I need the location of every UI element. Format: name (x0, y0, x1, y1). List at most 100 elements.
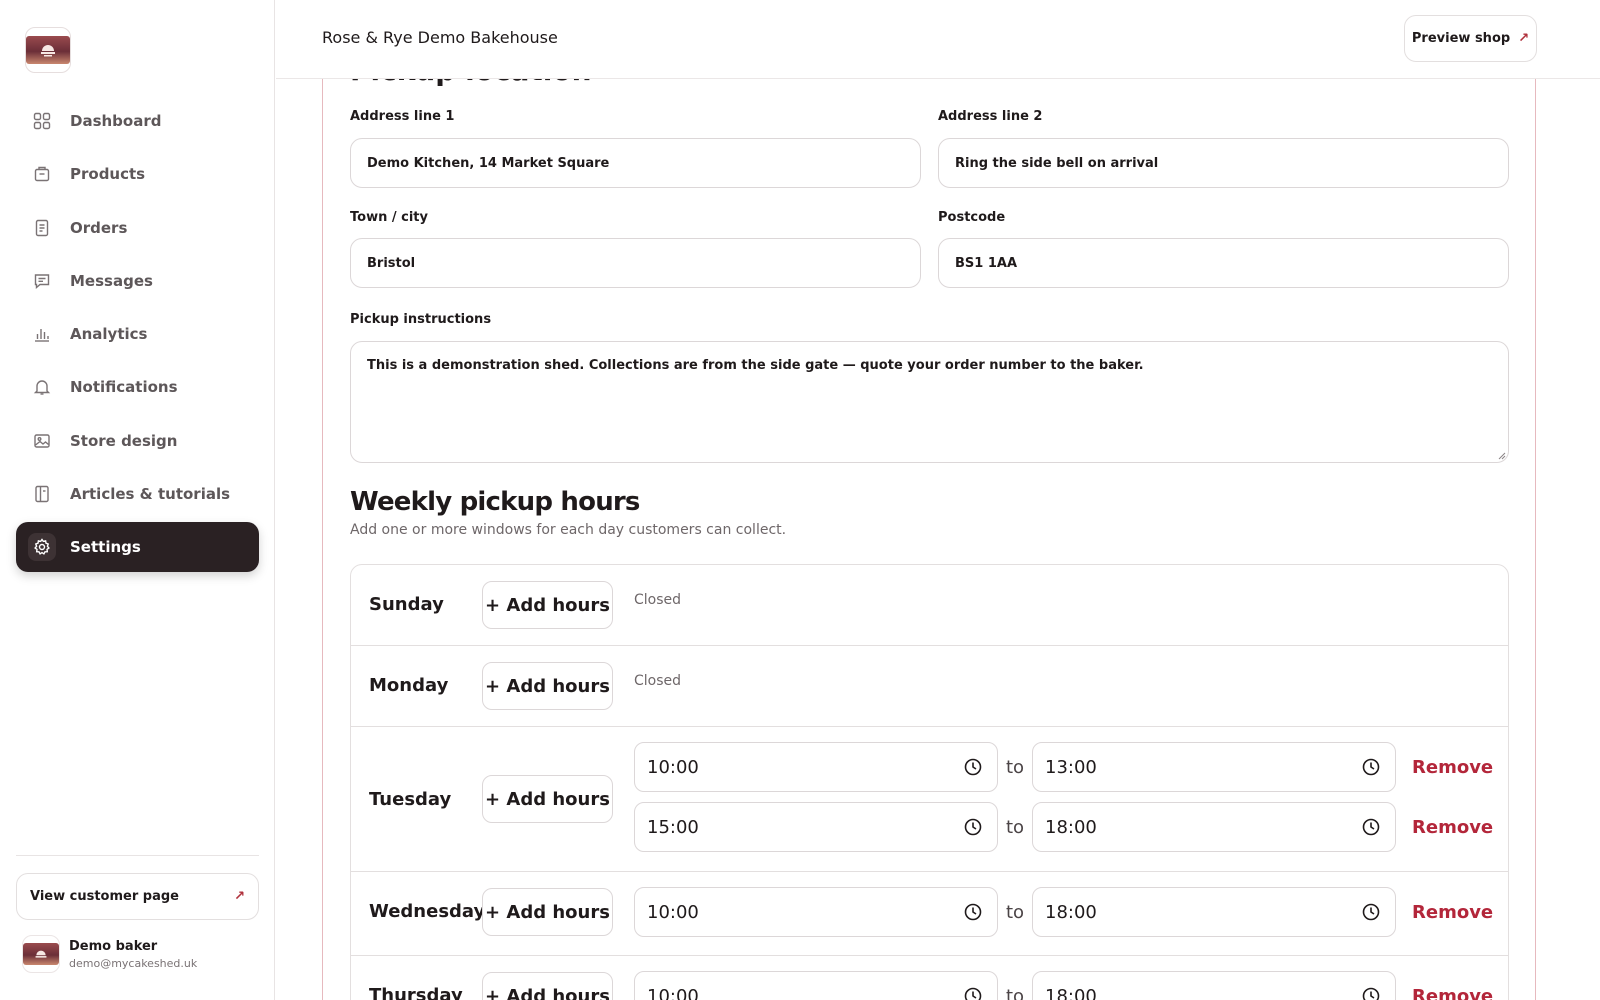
time-input-to[interactable]: 18:00 (1032, 887, 1396, 937)
gear-icon (28, 533, 56, 562)
to-separator: to (1006, 817, 1025, 838)
day-row-monday: Monday + Add hours Closed (351, 646, 1508, 727)
day-row-thursday: Thursday + Add hours 10:00 to 18:00 Remo… (351, 956, 1508, 1000)
sidebar-item-label: Settings (70, 538, 141, 557)
clock-icon (1362, 903, 1380, 921)
add-hours-button[interactable]: + Add hours (482, 972, 613, 1000)
day-name: Sunday (369, 594, 444, 615)
clock-icon (1362, 987, 1380, 1000)
town-city-input[interactable]: Bristol (350, 238, 921, 288)
pickup-instructions-text: This is a demonstration shed. Collection… (367, 358, 1144, 373)
user-profile[interactable]: Demo baker demo@mycakeshed.uk (22, 935, 197, 973)
sidebar-item-analytics[interactable]: Analytics (16, 309, 259, 359)
sidebar-divider (16, 855, 259, 856)
time-input-from[interactable]: 10:00 (634, 887, 998, 937)
address-line-2-label: Address line 2 (938, 109, 1043, 124)
town-city-label: Town / city (350, 210, 428, 225)
remove-window-button[interactable]: Remove (1412, 817, 1493, 838)
sidebar-item-label: Articles & tutorials (70, 485, 231, 504)
clock-icon (964, 758, 982, 776)
weekly-pickup-hours-subtitle: Add one or more windows for each day cus… (350, 522, 787, 538)
sidebar-item-label: Dashboard (70, 112, 162, 130)
sidebar-item-orders[interactable]: Orders (16, 203, 259, 253)
time-value: 10:00 (647, 985, 699, 1000)
sidebar-item-settings[interactable]: Settings (16, 522, 259, 573)
to-separator: to (1006, 986, 1025, 1000)
sidebar-nav: Dashboard Products Orders Messages Analy… (16, 96, 259, 576)
clock-icon (1362, 758, 1380, 776)
time-value: 18:00 (1045, 901, 1097, 923)
sidebar-item-label: Orders (70, 218, 128, 237)
day-name: Monday (369, 675, 449, 696)
image-icon (28, 427, 56, 455)
sidebar-item-label: Messages (70, 271, 153, 290)
clock-icon (964, 903, 982, 921)
add-hours-button[interactable]: + Add hours (482, 775, 613, 823)
address-line-2-input[interactable]: Ring the side bell on arrival (938, 138, 1509, 188)
sidebar-item-store-design[interactable]: Store design (16, 416, 259, 466)
day-name: Thursday (369, 985, 463, 1000)
avatar (22, 935, 60, 973)
user-name: Demo baker (69, 938, 158, 954)
external-link-icon: ↗ (234, 889, 245, 904)
sidebar-item-articles[interactable]: Articles & tutorials (16, 469, 259, 519)
address-line-1-input[interactable]: Demo Kitchen, 14 Market Square (350, 138, 921, 188)
bar-chart-icon (28, 320, 56, 348)
sidebar-item-dashboard[interactable]: Dashboard (16, 96, 259, 146)
weekly-pickup-hours-title: Weekly pickup hours (350, 487, 640, 517)
sidebar-item-label: Notifications (70, 378, 178, 397)
cake-logo-icon (23, 943, 59, 965)
add-hours-button[interactable]: + Add hours (482, 662, 613, 710)
time-input-to[interactable]: 18:00 (1032, 802, 1396, 852)
preview-shop-button[interactable]: Preview shop ↗ (1404, 15, 1537, 62)
time-value: 10:00 (647, 756, 699, 778)
preview-shop-label: Preview shop (1411, 31, 1511, 46)
day-row-sunday: Sunday + Add hours Closed (351, 565, 1508, 646)
remove-window-button[interactable]: Remove (1412, 986, 1493, 1000)
resize-grip-icon[interactable] (1496, 450, 1506, 460)
weekly-hours-table: Sunday + Add hours Closed Monday + Add h… (350, 564, 1509, 1000)
cake-logo-icon (26, 36, 70, 64)
address-line-1-label: Address line 1 (350, 109, 455, 124)
closed-status: Closed (634, 592, 682, 608)
clock-icon (964, 987, 982, 1000)
remove-window-button[interactable]: Remove (1412, 902, 1493, 923)
postcode-label: Postcode (938, 210, 1006, 225)
time-value: 15:00 (647, 816, 699, 838)
shop-title: Rose & Rye Demo Bakehouse (322, 28, 558, 47)
add-hours-button[interactable]: + Add hours (482, 888, 613, 936)
time-value: 10:00 (647, 901, 699, 923)
message-icon (28, 267, 56, 295)
top-header: Rose & Rye Demo Bakehouse Preview shop ↗ (276, 0, 1600, 79)
time-input-to[interactable]: 18:00 (1032, 971, 1396, 1000)
user-email: demo@mycakeshed.uk (69, 956, 198, 970)
to-separator: to (1006, 757, 1025, 778)
clock-icon (1362, 818, 1380, 836)
sidebar-item-products[interactable]: Products (16, 149, 259, 199)
time-input-from[interactable]: 15:00 (634, 802, 998, 852)
sidebar-item-messages[interactable]: Messages (16, 256, 259, 306)
sidebar-item-label: Products (70, 165, 146, 184)
sidebar-item-label: Store design (70, 431, 178, 450)
view-customer-page-label: View customer page (30, 889, 179, 904)
postcode-input[interactable]: BS1 1AA (938, 238, 1509, 288)
time-input-from[interactable]: 10:00 (634, 971, 998, 1000)
shop-logo[interactable] (25, 27, 71, 73)
add-hours-button[interactable]: + Add hours (482, 581, 613, 629)
closed-status: Closed (634, 673, 682, 689)
remove-window-button[interactable]: Remove (1412, 757, 1493, 778)
time-input-to[interactable]: 13:00 (1032, 742, 1396, 792)
view-customer-page-button[interactable]: View customer page ↗ (16, 873, 259, 920)
box-icon (28, 160, 56, 188)
grid-icon (28, 107, 56, 135)
clock-icon (964, 818, 982, 836)
time-value: 18:00 (1045, 985, 1097, 1000)
day-row-wednesday: Wednesday + Add hours 10:00 to 18:00 Rem… (351, 872, 1508, 956)
book-icon (28, 480, 56, 508)
sidebar-item-label: Analytics (70, 325, 148, 344)
pickup-instructions-textarea[interactable]: This is a demonstration shed. Collection… (350, 341, 1509, 463)
day-name: Tuesday (369, 789, 452, 810)
sidebar-item-notifications[interactable]: Notifications (16, 362, 259, 412)
time-input-from[interactable]: 10:00 (634, 742, 998, 792)
receipt-icon (28, 214, 56, 242)
